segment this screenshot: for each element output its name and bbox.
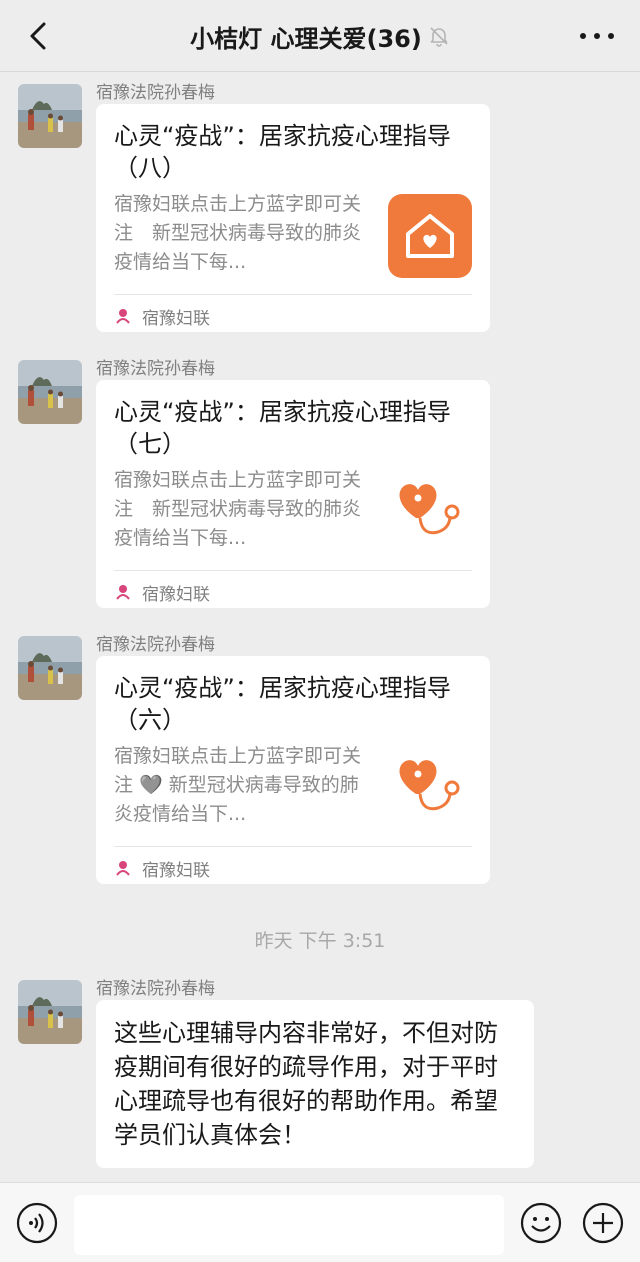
more-options-button[interactable] (580, 22, 614, 50)
card-source: 宿豫妇联 (114, 300, 210, 332)
source-name: 宿豫妇联 (142, 308, 210, 329)
text-message-bubble[interactable]: 这些心理辅导内容非常好，不但对防疫期间有很好的疏导作用，对于平时心理疏导也有很好… (96, 1000, 534, 1168)
timestamp: 昨天 下午 3:51 (254, 930, 386, 952)
heart-stethoscope-icon (399, 484, 460, 535)
avatar[interactable] (18, 980, 82, 1044)
card-thumbnail (388, 470, 472, 554)
bell-muted-icon (430, 27, 448, 47)
house-heart-icon (388, 194, 472, 278)
card-thumbnail (388, 746, 472, 830)
card-description: 宿豫妇联点击上方蓝字即可关注 新型冠状病毒导致的肺炎疫情给当下每... (114, 193, 362, 273)
heart-stethoscope-icon (399, 760, 460, 811)
plus-icon (582, 1202, 624, 1244)
voice-button[interactable] (16, 1202, 58, 1244)
divider (114, 294, 472, 295)
card-title: 心灵“疫战”：居家抗疫心理指导（七） (114, 398, 451, 458)
card-source: 宿豫妇联 (114, 852, 210, 884)
card-title: 心灵“疫战”：居家抗疫心理指导（六） (114, 674, 451, 734)
card-title: 心灵“疫战”：居家抗疫心理指导（八） (114, 122, 451, 182)
beach-photo-icon (18, 360, 82, 424)
card-description: 宿豫妇联点击上方蓝字即可关注 🩶 新型冠状病毒导致的肺炎疫情给当下... (114, 745, 362, 825)
emoji-button[interactable] (520, 1202, 562, 1244)
avatar[interactable] (18, 636, 82, 700)
beach-photo-icon (18, 636, 82, 700)
avatar[interactable] (18, 360, 82, 424)
avatar[interactable] (18, 84, 82, 148)
beach-photo-icon (18, 980, 82, 1044)
card-source: 宿豫妇联 (114, 576, 210, 608)
source-logo-icon (116, 309, 130, 324)
source-name: 宿豫妇联 (142, 860, 210, 881)
beach-photo-icon (18, 84, 82, 148)
source-logo-icon (116, 585, 130, 600)
source-name: 宿豫妇联 (142, 584, 210, 605)
message-input[interactable] (74, 1195, 504, 1255)
smiley-icon (520, 1202, 562, 1244)
chat-header: 小桔灯 心理关爱(36) (0, 0, 640, 72)
chat-title: 小桔灯 心理关爱(36) (190, 24, 422, 53)
card-thumbnail (388, 194, 472, 278)
article-card[interactable]: 心灵“疫战”：居家抗疫心理指导（六） 宿豫妇联点击上方蓝字即可关注 🩶 新型冠状… (96, 656, 490, 884)
sender-name: 宿豫法院孙春梅 (96, 359, 215, 379)
article-card[interactable]: 心灵“疫战”：居家抗疫心理指导（八） 宿豫妇联点击上方蓝字即可关注 新型冠状病毒… (96, 104, 490, 332)
dot-icon (608, 33, 614, 39)
source-logo-icon (116, 861, 130, 876)
voice-icon (16, 1202, 58, 1244)
sender-name: 宿豫法院孙春梅 (96, 979, 215, 999)
article-card[interactable]: 心灵“疫战”：居家抗疫心理指导（七） 宿豫妇联点击上方蓝字即可关注 新型冠状病毒… (96, 380, 490, 608)
dot-icon (580, 33, 586, 39)
card-description: 宿豫妇联点击上方蓝字即可关注 新型冠状病毒导致的肺炎疫情给当下每... (114, 469, 362, 549)
dot-icon (594, 33, 600, 39)
input-bar (0, 1182, 640, 1262)
divider (114, 846, 472, 847)
more-functions-button[interactable] (582, 1202, 624, 1244)
sender-name: 宿豫法院孙春梅 (96, 83, 215, 103)
sender-name: 宿豫法院孙春梅 (96, 635, 215, 655)
divider (114, 570, 472, 571)
